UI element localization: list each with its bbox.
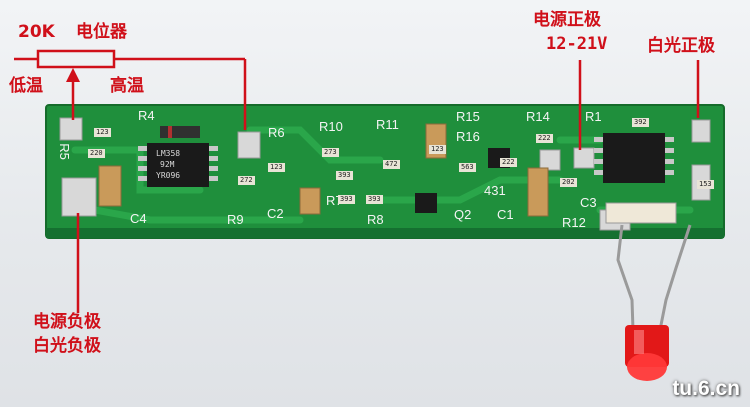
silk-c1: C1 [497,207,514,222]
lm358-marking-2: 92M [160,160,175,169]
silk-r8: R8 [367,212,384,227]
lm358-marking-1: LM358 [156,149,181,158]
smd-code: 222 [536,134,553,143]
smd-code: 123 [429,145,446,154]
shunt-resistor [605,202,677,224]
capacitor-c4 [98,165,122,207]
smd-code: 153 [697,180,714,189]
power-positive-label: 电源正极 [533,10,601,30]
silk-c3: C3 [580,195,597,210]
silk-r15: R15 [456,109,480,124]
capacitor-c2 [299,187,321,215]
smd-code: 220 [88,149,105,158]
led-lead-2 [658,224,692,331]
diode [160,126,200,138]
smd-code: 563 [459,163,476,172]
silk-r16: R16 [456,129,480,144]
silk-r4: R4 [138,108,155,123]
pot-resistance-label: 20K [18,22,55,42]
pot-wiper-arrow [66,68,80,82]
smd-code: 393 [366,195,383,204]
silk-r14: R14 [526,109,550,124]
silk-c2: C2 [267,206,284,221]
smd-code: 472 [383,160,400,169]
smd-code: 272 [238,176,255,185]
smd-code: 273 [322,148,339,157]
smd-code: 393 [338,195,355,204]
silk-r12: R12 [562,215,586,230]
smd-code: 202 [560,178,577,187]
transistor-q2 [415,193,437,213]
led-negative-label: 白光负极 [33,336,101,356]
smd-code: 222 [500,158,517,167]
silk-c4: C4 [130,211,147,226]
silk-q2: Q2 [454,207,472,222]
watermark: tu.6.cn [672,377,740,400]
silk-r6: R6 [268,125,285,140]
led-lead-1 [616,224,635,331]
silk-r10: R10 [319,119,343,134]
voltage-range-label: 12-21V [546,34,608,54]
smd-code: 392 [632,118,649,127]
silk-r11: R11 [376,117,399,132]
silk-r5: R5 [56,143,72,160]
silk-r1: R1 [585,109,602,124]
high-temp-label: 高温 [110,76,144,96]
smd-code: 123 [94,128,111,137]
pot-name-label: 电位器 [76,22,127,42]
lm358-marking-3: YR096 [156,171,181,180]
capacitor-c1 [527,167,549,217]
power-negative-label: 电源负极 [33,312,101,332]
silk-r9: R9 [227,212,244,227]
smd-code: 123 [268,163,285,172]
led-positive-label: 白光正极 [647,36,715,56]
photo-stage: 20K 电位器 低温 高温 电源正极 12-21V 白光正极 电源负极 白光负极… [0,0,750,407]
low-temp-label: 低温 [9,76,43,96]
smd-code: 393 [336,171,353,180]
driver-chip [603,133,665,183]
silk-431: 431 [484,183,506,198]
